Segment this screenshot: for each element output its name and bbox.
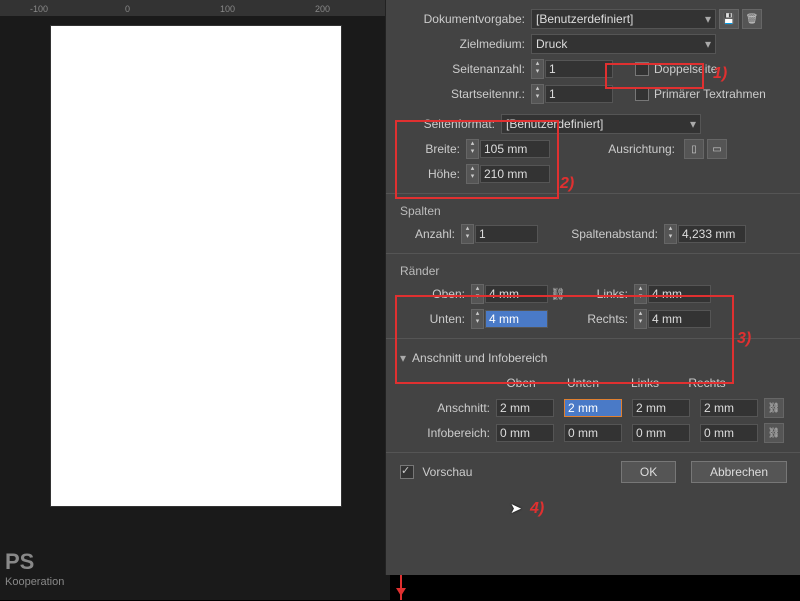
- annotation-4: 4): [530, 500, 544, 518]
- divider: [386, 193, 800, 194]
- slug-label: Infobereich:: [400, 426, 496, 440]
- width-label: Breite:: [400, 142, 466, 156]
- page-preview: [50, 25, 342, 507]
- ruler-tick: 0: [125, 4, 130, 14]
- frame-label: Primärer Textrahmen: [654, 87, 766, 101]
- pages-input[interactable]: 1: [545, 60, 613, 78]
- portrait-icon[interactable]: ▯: [684, 139, 704, 159]
- left-input[interactable]: 4 mm: [648, 285, 711, 303]
- document-canvas: -100 0 100 200 PS Kooperation: [0, 0, 390, 600]
- bleed-label: Anschnitt:: [400, 401, 496, 415]
- divider: [386, 452, 800, 453]
- height-input[interactable]: 210 mm: [480, 165, 550, 183]
- gutter-spinner[interactable]: [664, 224, 677, 244]
- annotation-2: 2): [560, 175, 574, 193]
- bleed-title: Anschnitt und Infobereich: [412, 351, 547, 365]
- pages-spinner[interactable]: [531, 59, 544, 79]
- ruler-horizontal: -100 0 100 200: [0, 0, 390, 16]
- pages-label: Seitenanzahl:: [400, 62, 531, 76]
- cancel-button[interactable]: Abbrechen: [691, 461, 787, 483]
- start-label: Startseitennr.:: [400, 87, 531, 101]
- facing-label: Doppelseite: [654, 62, 717, 76]
- start-input[interactable]: 1: [545, 85, 613, 103]
- link-icon[interactable]: ⛓: [548, 287, 568, 301]
- bleed-link-icon[interactable]: ⛓: [764, 398, 784, 418]
- save-preset-icon[interactable]: 💾: [719, 9, 739, 29]
- left-spinner[interactable]: [634, 284, 647, 304]
- right-input[interactable]: 4 mm: [648, 310, 711, 328]
- top-spinner[interactable]: [471, 284, 484, 304]
- pagesize-label: Seitenformat:: [400, 117, 501, 131]
- facing-checkbox[interactable]: [635, 62, 649, 76]
- height-label: Höhe:: [400, 167, 466, 181]
- new-document-dialog: Dokumentvorgabe: [Benutzerdefiniert] 💾 🗑…: [385, 0, 800, 575]
- col-left: Links: [614, 376, 676, 390]
- gutter-label: Spaltenabstand:: [538, 227, 664, 241]
- columns-title: Spalten: [400, 202, 787, 220]
- bottom-label: Unten:: [400, 312, 471, 326]
- slug-top-input[interactable]: 0 mm: [496, 424, 554, 442]
- right-spinner[interactable]: [634, 309, 647, 329]
- bottom-input[interactable]: 4 mm: [485, 310, 548, 328]
- preview-checkbox[interactable]: [400, 465, 414, 479]
- annotation-3: 3): [737, 330, 751, 348]
- left-label: Links:: [568, 287, 634, 301]
- bleed-right-input[interactable]: 2 mm: [700, 399, 758, 417]
- landscape-icon[interactable]: ▭: [707, 139, 727, 159]
- annotation-arrow: [400, 575, 402, 600]
- annotation-1: 1): [713, 65, 727, 83]
- count-input[interactable]: 1: [475, 225, 538, 243]
- pagesize-select[interactable]: [Benutzerdefiniert]: [501, 114, 701, 134]
- preset-label: Dokumentvorgabe:: [400, 12, 531, 26]
- bleed-left-input[interactable]: 2 mm: [632, 399, 690, 417]
- slug-bottom-input[interactable]: 0 mm: [564, 424, 622, 442]
- delete-preset-icon[interactable]: 🗑: [742, 9, 762, 29]
- gutter-input[interactable]: 4,233 mm: [678, 225, 746, 243]
- bottom-spinner[interactable]: [471, 309, 484, 329]
- logo-text: PS: [5, 549, 34, 575]
- width-spinner[interactable]: [466, 139, 479, 159]
- col-right: Rechts: [676, 376, 738, 390]
- slug-link-icon[interactable]: ⛓: [764, 423, 784, 443]
- bleed-bottom-input[interactable]: 2 mm: [564, 399, 622, 417]
- width-input[interactable]: 105 mm: [480, 140, 550, 158]
- col-top: Oben: [490, 376, 552, 390]
- top-label: Oben:: [400, 287, 471, 301]
- top-input[interactable]: 4 mm: [485, 285, 548, 303]
- ruler-tick: 200: [315, 4, 330, 14]
- right-label: Rechts:: [568, 312, 634, 326]
- margins-title: Ränder: [400, 262, 787, 280]
- count-spinner[interactable]: [461, 224, 474, 244]
- col-bottom: Unten: [552, 376, 614, 390]
- ok-button[interactable]: OK: [621, 461, 676, 483]
- preview-label: Vorschau: [422, 465, 472, 479]
- logo-sub: Kooperation: [5, 576, 64, 588]
- slug-left-input[interactable]: 0 mm: [632, 424, 690, 442]
- orient-label: Ausrichtung:: [550, 142, 681, 156]
- ruler-tick: 100: [220, 4, 235, 14]
- disclosure-icon[interactable]: ▾: [400, 351, 406, 365]
- slug-right-input[interactable]: 0 mm: [700, 424, 758, 442]
- intent-select[interactable]: Druck: [531, 34, 716, 54]
- frame-checkbox[interactable]: [635, 87, 649, 101]
- ruler-tick: -100: [30, 4, 48, 14]
- start-spinner[interactable]: [531, 84, 544, 104]
- preset-select[interactable]: [Benutzerdefiniert]: [531, 9, 716, 29]
- height-spinner[interactable]: [466, 164, 479, 184]
- bleed-top-input[interactable]: 2 mm: [496, 399, 554, 417]
- count-label: Anzahl:: [400, 227, 461, 241]
- intent-label: Zielmedium:: [400, 37, 531, 51]
- divider: [386, 253, 800, 254]
